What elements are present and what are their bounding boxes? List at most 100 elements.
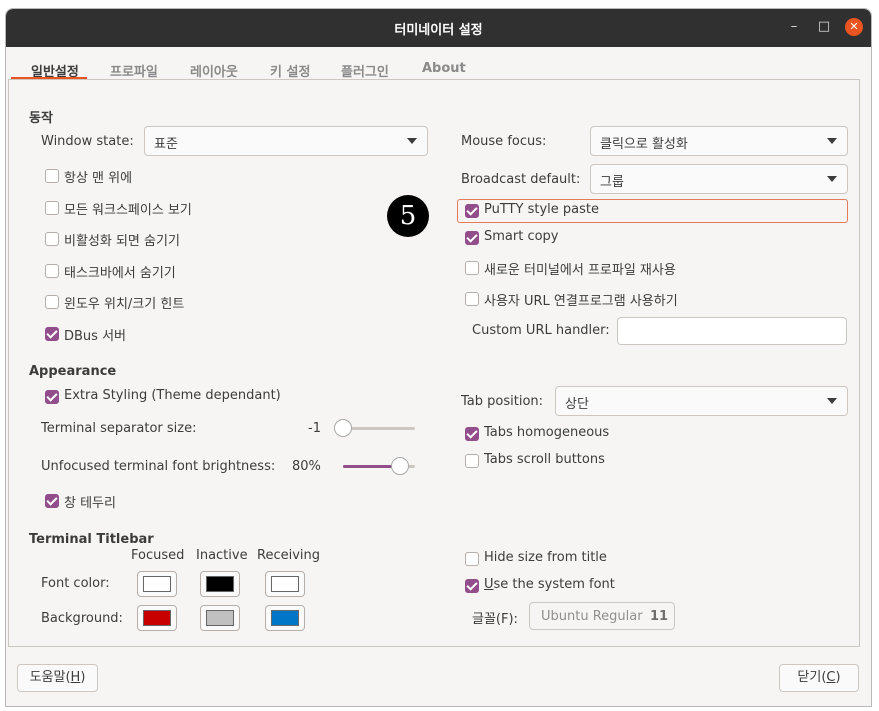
mouse-focus-label: Mouse focus: bbox=[461, 134, 547, 149]
receiving-font-color-button[interactable] bbox=[265, 571, 305, 597]
receiving-background-color-button[interactable] bbox=[265, 605, 305, 631]
color-fill bbox=[206, 576, 234, 592]
close-label-end: ) bbox=[835, 670, 841, 685]
broadcast-default-label: Broadcast default: bbox=[461, 172, 581, 187]
font-label: 글꼴(F): bbox=[472, 612, 518, 627]
tab-about[interactable]: About bbox=[422, 61, 466, 76]
tabs-scroll-buttons-label: Tabs scroll buttons bbox=[484, 452, 605, 467]
putty-paste-checkbox[interactable] bbox=[465, 204, 479, 218]
inactive-font-color-button[interactable] bbox=[200, 571, 240, 597]
dbus-server-checkbox[interactable] bbox=[45, 327, 59, 341]
tabs-scroll-buttons-checkbox[interactable] bbox=[465, 454, 479, 468]
tab-position-dropdown[interactable]: 상단 bbox=[555, 386, 848, 416]
font-brightness-value: 80% bbox=[292, 459, 321, 474]
mouse-focus-value: 클릭으로 활성화 bbox=[600, 137, 688, 152]
window-geometry-hints-checkbox[interactable] bbox=[45, 295, 59, 309]
behavior-section-title: 동작 bbox=[29, 111, 53, 126]
broadcast-default-dropdown[interactable]: 그룹 bbox=[590, 164, 848, 194]
dropdown-arrow-icon bbox=[827, 398, 837, 404]
appearance-section-title: Appearance bbox=[29, 364, 117, 379]
window-border-checkbox[interactable] bbox=[45, 494, 59, 508]
smart-copy-label: Smart copy bbox=[484, 229, 559, 244]
inactive-column-header: Inactive bbox=[196, 548, 248, 563]
font-chooser-button[interactable]: Ubuntu Regular 11 bbox=[529, 602, 675, 630]
dbus-server-label: DBus 서버 bbox=[64, 329, 126, 344]
hide-on-lose-focus-label: 비활성화 되면 숨기기 bbox=[64, 234, 180, 249]
color-fill bbox=[271, 610, 299, 626]
color-fill bbox=[271, 576, 299, 592]
show-all-workspaces-checkbox[interactable] bbox=[45, 201, 59, 215]
window-title: 터미네이터 설정 bbox=[394, 23, 483, 38]
focused-font-color-button[interactable] bbox=[137, 571, 177, 597]
window-state-dropdown[interactable]: 표준 bbox=[144, 126, 428, 156]
font-color-label: Font color: bbox=[41, 576, 110, 591]
tab-profiles[interactable]: 프로파일 bbox=[110, 61, 158, 80]
separator-size-label: Terminal separator size: bbox=[41, 421, 197, 436]
tab-plugins[interactable]: 플러그인 bbox=[341, 61, 389, 80]
system-font-label: Use the system font bbox=[484, 577, 615, 592]
receiving-column-header: Receiving bbox=[257, 548, 321, 563]
mnemonic: U bbox=[484, 577, 494, 592]
titlebar-section-title: Terminal Titlebar bbox=[29, 532, 154, 547]
broadcast-default-value: 그룹 bbox=[600, 175, 624, 190]
help-label: 도움말( bbox=[29, 670, 71, 685]
mnemonic: H bbox=[70, 670, 81, 685]
custom-url-field[interactable] bbox=[617, 317, 847, 345]
window-state-value: 표준 bbox=[154, 137, 178, 152]
window-state-label: Window state: bbox=[41, 134, 134, 149]
putty-paste-label: PuTTY style paste bbox=[484, 202, 599, 217]
close-button[interactable]: 닫기(C) bbox=[779, 664, 859, 692]
reuse-profile-checkbox[interactable] bbox=[465, 261, 479, 275]
font-size: 11 bbox=[650, 609, 669, 624]
dropdown-arrow-icon bbox=[407, 138, 417, 144]
color-fill bbox=[143, 576, 171, 592]
font-brightness-slider-handle[interactable] bbox=[391, 457, 409, 475]
window-border-label: 창 테두리 bbox=[64, 496, 116, 511]
always-on-top-label: 항상 맨 위에 bbox=[64, 171, 133, 186]
hide-from-taskbar-label: 태스크바에서 숨기기 bbox=[64, 266, 176, 281]
dropdown-arrow-icon bbox=[827, 138, 837, 144]
font-brightness-label: Unfocused terminal font brightness: bbox=[41, 459, 276, 474]
help-button[interactable]: 도움말(H) bbox=[17, 664, 98, 692]
extra-styling-checkbox[interactable] bbox=[45, 390, 59, 404]
separator-size-value: -1 bbox=[308, 421, 321, 436]
custom-url-label: Custom URL handler: bbox=[472, 323, 610, 338]
window-geometry-hints-label: 윈도우 위치/크기 힌트 bbox=[64, 297, 185, 312]
tab-position-label: Tab position: bbox=[461, 394, 544, 409]
always-on-top-checkbox[interactable] bbox=[45, 169, 59, 183]
inactive-background-color-button[interactable] bbox=[200, 605, 240, 631]
reuse-profile-label: 새로운 터미널에서 프로파일 재사용 bbox=[484, 263, 676, 278]
custom-url-handler-checkbox[interactable] bbox=[465, 292, 479, 306]
system-font-checkbox[interactable] bbox=[465, 579, 479, 593]
smart-copy-checkbox[interactable] bbox=[465, 231, 479, 245]
close-label: 닫기( bbox=[797, 670, 827, 685]
focused-background-color-button[interactable] bbox=[137, 605, 177, 631]
color-fill bbox=[143, 610, 171, 626]
tab-keybindings[interactable]: 키 설정 bbox=[270, 61, 310, 80]
separator-size-slider-track[interactable] bbox=[343, 427, 415, 430]
hide-size-label: Hide size from title bbox=[484, 550, 607, 565]
tab-position-value: 상단 bbox=[565, 397, 589, 412]
help-label-end: ) bbox=[80, 670, 86, 685]
hide-size-checkbox[interactable] bbox=[465, 552, 479, 566]
minimize-icon[interactable]: – bbox=[785, 18, 803, 36]
separator-size-slider-handle[interactable] bbox=[334, 419, 352, 437]
focused-column-header: Focused bbox=[131, 548, 185, 563]
tabs-homogeneous-checkbox[interactable] bbox=[465, 427, 479, 441]
tabs-homogeneous-label: Tabs homogeneous bbox=[484, 425, 610, 440]
background-label: Background: bbox=[41, 611, 123, 626]
custom-url-handler-label: 사용자 URL 연결프로그램 사용하기 bbox=[484, 294, 678, 309]
hide-on-lose-focus-checkbox[interactable] bbox=[45, 232, 59, 246]
title-bar[interactable]: 터미네이터 설정 – □ ✕ bbox=[6, 9, 871, 47]
mouse-focus-dropdown[interactable]: 클릭으로 활성화 bbox=[590, 126, 848, 156]
font-name: Ubuntu Regular bbox=[541, 609, 643, 624]
color-fill bbox=[206, 610, 234, 626]
close-window-icon[interactable]: ✕ bbox=[845, 18, 863, 36]
extra-styling-label: Extra Styling (Theme dependant) bbox=[64, 388, 281, 403]
mnemonic: C bbox=[826, 670, 836, 685]
tab-layouts[interactable]: 레이아웃 bbox=[190, 61, 238, 80]
show-all-workspaces-label: 모든 워크스페이스 보기 bbox=[64, 203, 192, 218]
hide-from-taskbar-checkbox[interactable] bbox=[45, 264, 59, 278]
maximize-icon[interactable]: □ bbox=[815, 18, 833, 36]
system-font-label-text: se the system font bbox=[493, 577, 615, 592]
